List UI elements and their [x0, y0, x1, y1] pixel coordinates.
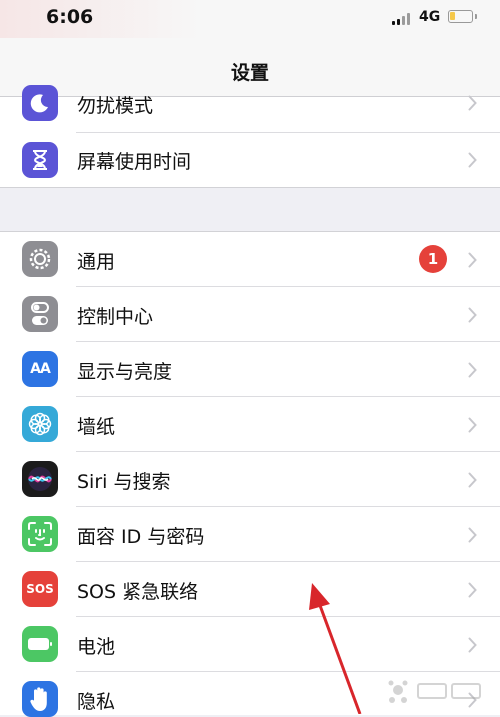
settings-row-label: 控制中心 — [77, 306, 154, 328]
status-bar: 6:06 4G — [0, 0, 500, 38]
chevron-right-icon — [468, 362, 477, 378]
settings-group-focus: 勿扰模式 屏幕使用时间 — [0, 85, 500, 188]
chevron-right-icon — [468, 472, 477, 488]
settings-row-control-center[interactable]: 控制中心 — [0, 287, 500, 342]
chevron-right-icon — [468, 637, 477, 653]
settings-row-label: 勿扰模式 — [77, 95, 154, 117]
signal-strength-icon — [392, 13, 410, 25]
hand-icon — [22, 681, 58, 717]
settings-row-siri-search[interactable]: Siri 与搜索 — [0, 452, 500, 507]
settings-row-display-brightness[interactable]: AA 显示与亮度 — [0, 342, 500, 397]
flower-icon — [22, 406, 58, 442]
chevron-right-icon — [468, 252, 477, 268]
settings-row-do-not-disturb[interactable]: 勿扰模式 — [0, 85, 500, 133]
sos-icon: SOS — [22, 571, 58, 607]
face-id-icon — [22, 516, 58, 552]
chevron-right-icon — [468, 582, 477, 598]
chevron-right-icon — [468, 527, 477, 543]
chevron-right-icon — [468, 152, 477, 168]
settings-row-label: Siri 与搜索 — [77, 471, 171, 493]
settings-row-label: 面容 ID 与密码 — [77, 526, 205, 548]
network-type: 4G — [419, 9, 441, 25]
settings-row-label: SOS 紧急联络 — [77, 581, 199, 603]
hourglass-icon — [22, 142, 58, 178]
settings-row-label: 墙纸 — [77, 416, 116, 438]
page-title: 设置 — [230, 62, 269, 84]
battery-cap — [475, 14, 477, 19]
settings-row-label: 通用 — [77, 251, 116, 273]
settings-row-label: 电池 — [77, 636, 116, 658]
siri-icon — [22, 461, 58, 497]
chevron-right-icon — [468, 95, 477, 111]
settings-row-emergency-sos[interactable]: SOS SOS 紧急联络 — [0, 562, 500, 617]
battery-icon — [22, 626, 58, 662]
text-size-icon: AA — [22, 351, 58, 387]
settings-row-face-id[interactable]: 面容 ID 与密码 — [0, 507, 500, 562]
settings-group-general: 通用 1 控制中心 AA 显示与亮度 墙纸 Siri 与搜索 面容 ID 与密码… — [0, 231, 500, 717]
settings-row-battery[interactable]: 电池 — [0, 617, 500, 672]
status-time: 6:06 — [46, 6, 94, 28]
settings-row-general[interactable]: 通用 1 — [0, 232, 500, 287]
chevron-right-icon — [468, 417, 477, 433]
settings-row-label: 隐私 — [77, 691, 116, 713]
moon-icon — [22, 85, 58, 121]
battery-level-fill — [450, 12, 455, 20]
toggle-switches-icon — [22, 296, 58, 332]
watermark-logo — [388, 680, 481, 703]
battery-status-icon — [448, 10, 473, 23]
notification-badge: 1 — [419, 245, 447, 273]
settings-row-screen-time[interactable]: 屏幕使用时间 — [0, 133, 500, 187]
settings-row-label: 显示与亮度 — [77, 361, 173, 383]
settings-row-wallpaper[interactable]: 墙纸 — [0, 397, 500, 452]
gear-icon — [22, 241, 58, 277]
chevron-right-icon — [468, 307, 477, 323]
settings-row-label: 屏幕使用时间 — [77, 151, 192, 173]
